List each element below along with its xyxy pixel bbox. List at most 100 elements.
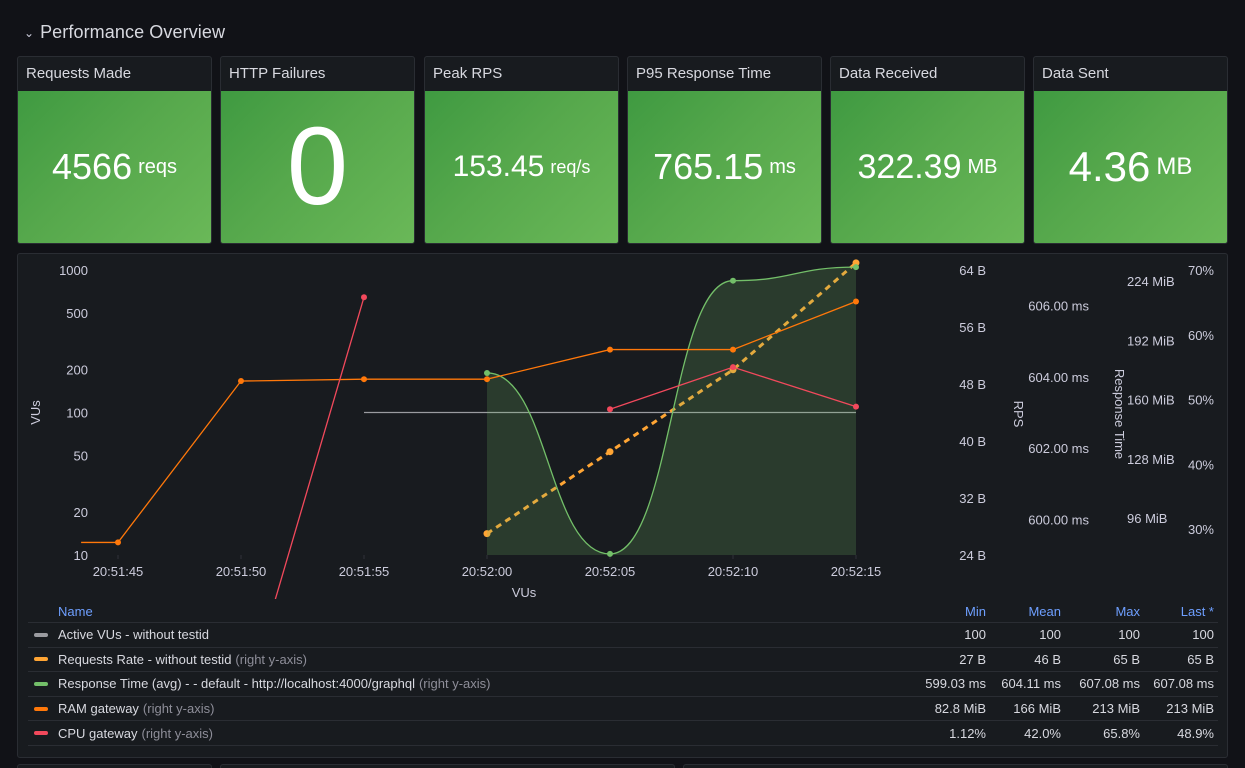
series-ram-gateway-point	[361, 376, 367, 383]
legend-series-name[interactable]: Response Time (avg) - - default - http:/…	[28, 676, 896, 691]
legend-series-name[interactable]: CPU gateway (right y-axis)	[28, 726, 896, 741]
panel-title: P95 Response Time	[636, 65, 772, 82]
panel-title: Peak RPS	[433, 65, 503, 82]
y-tick-rps: 56 B	[959, 320, 986, 335]
series-color-swatch[interactable]	[34, 681, 48, 686]
y-tick-cpu: 40%	[1188, 457, 1214, 472]
series-ram-gateway-point	[484, 376, 490, 383]
legend-header-last[interactable]: Last *	[1140, 604, 1218, 619]
axis-note: (right y-axis)	[418, 676, 491, 692]
y-tick-response-time: 600.00 ms	[1028, 512, 1089, 527]
stat-panel-requests-made[interactable]: Requests Made 4566 reqs	[17, 56, 212, 244]
stat-value: 0	[286, 105, 349, 228]
legend-last-value: 48.9%	[1177, 725, 1214, 741]
legend-series-name[interactable]: Requests Rate - without testid (right y-a…	[28, 652, 896, 667]
y-tick-ram: 160 MiB	[1127, 393, 1175, 408]
series-ram-gateway-point	[238, 378, 244, 385]
row-header-performance-overview[interactable]: ⌄ Performance Overview	[24, 18, 225, 46]
y-tick-cpu: 50%	[1188, 393, 1214, 408]
legend-row[interactable]: RAM gateway (right y-axis) 82.8 MiB 166 MiB…	[28, 697, 1218, 722]
series-response-time-avg-default-http-localhost-4000-graphql-point	[730, 277, 736, 284]
series-ram-gateway-point	[115, 539, 121, 546]
series-color-swatch[interactable]	[34, 632, 48, 637]
stat-value: 153.45	[452, 150, 545, 183]
legend-max-value: 65.8%	[1103, 725, 1140, 741]
panel-title: HTTP Failures	[229, 65, 326, 82]
next-panel-1	[17, 764, 212, 768]
series-cpu-gateway-line	[274, 297, 365, 599]
legend-header-name[interactable]: Name	[28, 604, 896, 619]
axis-note: (right y-axis)	[141, 725, 213, 741]
stat-unit: req/s	[550, 156, 591, 177]
x-axis-label: VUs	[512, 585, 537, 599]
series-color-swatch[interactable]	[34, 657, 48, 662]
legend-last-value: 100	[1192, 627, 1214, 643]
series-color-swatch[interactable]	[34, 706, 48, 711]
y-tick-left: 100	[66, 406, 88, 421]
legend-row[interactable]: Response Time (avg) - - default - http:/…	[28, 672, 1218, 697]
legend-row[interactable]: Active VUs - without testid 100 100 100 100	[28, 623, 1218, 648]
y-tick-rps: 40 B	[959, 434, 986, 449]
y-axis-label-rps: RPS	[1011, 401, 1026, 428]
stat-panel-peak-rps[interactable]: Peak RPS 153.45 req/s	[424, 56, 619, 244]
y-tick-left: 200	[66, 363, 88, 378]
row-title: Performance Overview	[40, 21, 226, 42]
stat-unit: ms	[769, 155, 796, 178]
legend-mean-value: 46 B	[1034, 651, 1061, 667]
legend-max-value: 100	[1118, 627, 1140, 643]
legend-min-value: 1.12%	[949, 725, 986, 741]
panel-title: Requests Made	[26, 65, 132, 82]
legend-header-min[interactable]: Min	[896, 604, 986, 619]
series-label: Requests Rate - without testid	[58, 651, 232, 667]
legend-header-max[interactable]: Max	[1061, 604, 1140, 619]
series-cpu-gateway-point	[361, 294, 367, 301]
legend-series-name[interactable]: RAM gateway (right y-axis)	[28, 701, 896, 716]
axis-note: (right y-axis)	[235, 651, 307, 667]
legend-last-value: 607.08 ms	[1153, 676, 1214, 692]
y-axis-label-left: VUs	[28, 400, 43, 425]
series-label: CPU gateway	[58, 725, 138, 741]
y-tick-left: 50	[74, 448, 88, 463]
legend-min-value: 599.03 ms	[925, 676, 986, 692]
legend-header-mean[interactable]: Mean	[986, 604, 1061, 619]
legend-last-value: 65 B	[1187, 651, 1214, 667]
legend-header: Name Min Mean Max Last *	[28, 601, 1218, 623]
legend-mean-value: 604.11 ms	[1001, 676, 1061, 692]
stat-panel-data-sent[interactable]: Data Sent 4.36 MB	[1033, 56, 1228, 244]
series-ram-gateway-point	[730, 346, 736, 353]
y-axis-label-response-time: Response Time	[1112, 369, 1127, 459]
legend-row[interactable]: Requests Rate - without testid (right y-a…	[28, 648, 1218, 673]
timeseries-chart[interactable]: 10 20 50 100 200 500 1000 VUs 20:51:45 20:51:50 20…	[18, 254, 1229, 599]
legend-mean-value: 42.0%	[1024, 725, 1061, 741]
legend-series-name[interactable]: Active VUs - without testid	[28, 627, 896, 642]
x-tick-label: 20:52:15	[831, 564, 882, 579]
stat-unit: reqs	[138, 155, 177, 178]
y-tick-rps: 48 B	[959, 377, 986, 392]
stat-unit: MB	[1156, 153, 1193, 180]
axis-note: (right y-axis)	[142, 701, 215, 717]
y-tick-cpu: 30%	[1188, 522, 1214, 537]
stat-unit: MB	[967, 155, 998, 178]
x-tick-label: 20:51:50	[216, 564, 267, 579]
series-ram-gateway-point	[853, 298, 859, 305]
x-tick-label: 20:52:10	[708, 564, 759, 579]
y-tick-rps: 32 B	[959, 491, 986, 506]
series-color-swatch[interactable]	[34, 731, 48, 736]
timeseries-panel[interactable]: 10 20 50 100 200 500 1000 VUs 20:51:45 20:51:50 20…	[17, 253, 1228, 758]
stat-value: 4.36	[1068, 143, 1151, 190]
legend-table: Name Min Mean Max Last * Active VUs - wi…	[28, 601, 1218, 746]
x-tick-label: 20:52:00	[462, 564, 513, 579]
stat-panel-http-failures[interactable]: HTTP Failures 0	[220, 56, 415, 244]
y-tick-left: 10	[74, 548, 88, 563]
legend-min-value: 100	[964, 627, 986, 643]
stat-panel-p95-response-time[interactable]: P95 Response Time 765.15 ms	[627, 56, 822, 244]
legend-row[interactable]: CPU gateway (right y-axis) 1.12% 42.0% 65.8%…	[28, 721, 1218, 746]
series-label: Active VUs - without testid	[58, 627, 209, 643]
stat-panel-data-received[interactable]: Data Received 322.39 MB	[830, 56, 1025, 244]
series-ram-gateway-point	[607, 346, 613, 353]
y-tick-ram: 128 MiB	[1127, 452, 1175, 467]
y-tick-response-time: 606.00 ms	[1028, 299, 1089, 314]
chevron-down-icon: ⌄	[24, 26, 35, 40]
x-tick-label: 20:51:45	[93, 564, 144, 579]
x-tick-label: 20:51:55	[339, 564, 390, 579]
